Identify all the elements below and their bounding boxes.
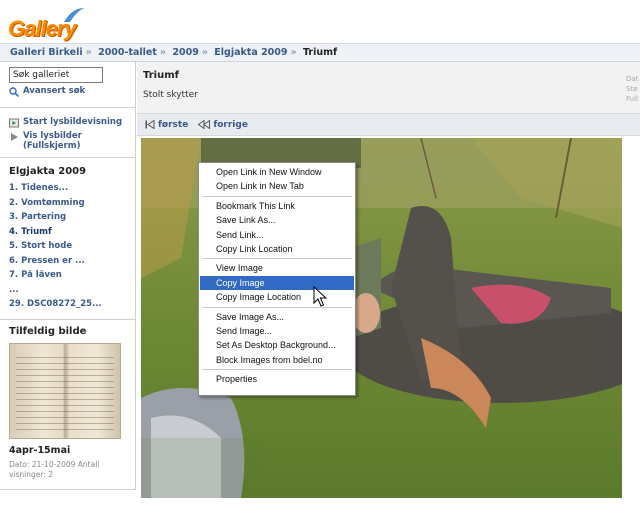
photo-title: Triumf [143, 70, 179, 81]
menu-send-link[interactable]: Send Link... [200, 228, 354, 242]
menu-properties[interactable]: Properties [200, 372, 354, 386]
menu-save-link-as[interactable]: Save Link As... [200, 213, 354, 227]
header: Gallery [0, 0, 640, 44]
album-list: 1. Tidenes... 2. Vomtømming 3. Partering… [9, 183, 126, 314]
menu-separator [202, 195, 352, 197]
album-title: Elgjakta 2009 [9, 166, 87, 177]
pager: første forrige [137, 114, 640, 136]
menu-set-desktop-background[interactable]: Set As Desktop Background... [200, 338, 354, 352]
album-item[interactable]: 3. Partering [9, 212, 126, 227]
random-image-title[interactable]: 4apr-15mai [9, 445, 126, 456]
album-item[interactable]: 6. Pressen er ... [9, 256, 126, 271]
gallery-logo[interactable]: Gallery [4, 6, 84, 41]
slideshow-icon [9, 118, 19, 128]
menu-bookmark-link[interactable]: Bookmark This Link [200, 199, 354, 213]
menu-open-link-new-window[interactable]: Open Link in New Window [200, 165, 354, 179]
search-input[interactable] [9, 67, 103, 83]
menu-save-image-as[interactable]: Save Image As... [200, 310, 354, 324]
menu-copy-image-location[interactable]: Copy Image Location [200, 290, 354, 304]
play-icon [11, 133, 18, 141]
random-image-meta: Dato: 21-10-2009 Antall visninger: 2 [9, 460, 100, 479]
menu-block-images[interactable]: Block Images from bdel.no [200, 353, 354, 367]
previous-icon [198, 120, 211, 129]
breadcrumb-current: Triumf [302, 47, 338, 58]
first-label: første [158, 119, 189, 130]
prev-label: forrige [213, 119, 248, 130]
photo-caption: Stolt skytter [143, 90, 198, 100]
menu-separator [202, 306, 352, 308]
album-item[interactable]: 1. Tidenes... [9, 183, 126, 198]
photo-info: Triumf Stolt skytter Dat Stø Full [137, 62, 640, 114]
logo-swoosh-icon [64, 8, 84, 22]
breadcrumb-item-galleri[interactable]: Galleri Birkeli [10, 47, 83, 58]
menu-copy-link-location[interactable]: Copy Link Location [200, 242, 354, 256]
first-icon [145, 120, 155, 129]
menu-open-link-new-tab[interactable]: Open Link in New Tab [200, 179, 354, 193]
menu-separator [202, 369, 352, 371]
menu-send-image[interactable]: Send Image... [200, 324, 354, 338]
sidebar: Avansert søk Start lysbildevisning Vis l… [0, 62, 136, 490]
slideshow-block: Start lysbildevisning Vis lysbilder (Ful… [0, 108, 135, 158]
advanced-search-link[interactable]: Avansert søk [9, 86, 126, 97]
magnifier-icon [9, 87, 19, 97]
album-item[interactable]: 2. Vomtømming [9, 198, 126, 213]
first-link[interactable]: første [145, 118, 188, 131]
prev-link[interactable]: forrige [198, 118, 248, 131]
breadcrumb-separator: » [201, 47, 208, 58]
menu-copy-image[interactable]: Copy Image [200, 275, 354, 291]
breadcrumb-item-2009[interactable]: 2009 [172, 47, 198, 58]
breadcrumb-separator: » [290, 47, 297, 58]
menu-separator [202, 258, 352, 260]
breadcrumb-item-2000[interactable]: 2000-tallet [98, 47, 157, 58]
random-heading: Tilfeldig bilde [9, 326, 87, 337]
photo-side-meta: Dat Stø Full [626, 75, 639, 103]
breadcrumb-separator: » [159, 47, 167, 58]
random-image-block: Tilfeldig bilde 4apr-15mai Dato: 21-10-2… [0, 320, 135, 490]
breadcrumb-item-elgjakta[interactable]: Elgjakta 2009 [214, 47, 287, 58]
mouse-cursor-icon [313, 286, 327, 307]
album-block: Elgjakta 2009 1. Tidenes... 2. Vomtømmin… [0, 158, 135, 320]
album-item[interactable]: 5. Stort hode [9, 241, 126, 256]
album-item-ellipsis: ... [9, 284, 19, 295]
fullscreen-link[interactable]: Vis lysbilder (Fullskjerm) [9, 131, 126, 151]
album-item-current: 4. Triumf [9, 226, 52, 237]
advanced-search-label: Avansert søk [23, 86, 86, 96]
random-image-thumbnail[interactable] [9, 343, 121, 439]
context-menu: Open Link in New Window Open Link in New… [198, 162, 356, 396]
menu-view-image[interactable]: View Image [200, 261, 354, 275]
fullscreen-label: Vis lysbilder (Fullskjerm) [23, 131, 82, 151]
search-block: Avansert søk [0, 62, 135, 108]
album-item[interactable]: 7. På låven [9, 270, 126, 285]
slideshow-label: Start lysbildevisning [23, 117, 123, 127]
slideshow-link[interactable]: Start lysbildevisning [9, 117, 126, 128]
breadcrumb: Galleri Birkeli» 2000-tallet» 2009» Elgj… [0, 44, 640, 62]
breadcrumb-separator: » [85, 47, 92, 58]
album-item[interactable]: 29. DSC08272_25... [9, 299, 126, 314]
